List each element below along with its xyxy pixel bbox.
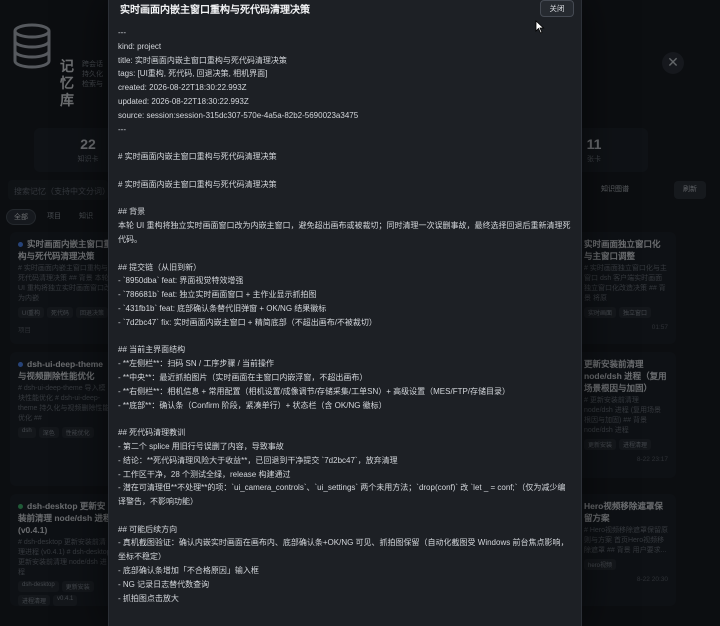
doc-line: - 底部确认条增加「不合格原因」输入框 bbox=[118, 566, 259, 576]
doc-line: title: 实时画面内嵌主窗口重构与死代码清理决策 bbox=[118, 55, 287, 65]
doc-line: kind: project bbox=[118, 41, 162, 51]
status-dot bbox=[18, 362, 23, 368]
doc-line: 本轮 UI 重构将独立实时画面窗口改为内嵌主窗口，避免超出画布或被裁切；同时清理… bbox=[118, 221, 571, 244]
filter-tabs: 全部 项目 知识 bbox=[6, 209, 100, 225]
doc-heading: # 实时画面内嵌主窗口重构与死代码清理决策 bbox=[118, 179, 277, 189]
memory-card[interactable]: dsh-desktop 更新安装前清理 node/dsh 进程 (v0.4.1)… bbox=[10, 494, 120, 606]
doc-line: --- bbox=[118, 124, 126, 134]
filter-all[interactable]: 全部 bbox=[6, 209, 36, 225]
status-dot bbox=[18, 242, 23, 248]
memory-card[interactable]: 实时画面独立窗口化与主窗口调整 # 实时画面独立窗口化与主窗口 dsh 客户端实… bbox=[576, 232, 676, 344]
doc-heading: ## 当前主界面结构 bbox=[118, 345, 186, 355]
doc-line: - NG 记录日志替代数查询 bbox=[118, 579, 210, 589]
doc-line: - **底部**：确认条（Confirm 阶段，紧凑单行）+ 状态栏（含 OK/… bbox=[118, 400, 387, 410]
doc-line: updated: 2026-08-22T18:30:22.993Z bbox=[118, 96, 249, 106]
doc-heading: ## 死代码清理教训 bbox=[118, 428, 186, 438]
doc-line: - `786681b` feat: 独立实时画面窗口 + 主作业显示抓拍图 bbox=[118, 290, 317, 300]
knowledge-graph-button[interactable]: 知识图谱 bbox=[594, 181, 636, 199]
doc-line: --- bbox=[118, 28, 126, 37]
filter-knowledge[interactable]: 知识 bbox=[72, 209, 100, 225]
doc-line: - `8950dba` feat: 界面视觉特效增强 bbox=[118, 276, 244, 286]
app-subtitle: 跨会话持久化检索与大脑 bbox=[82, 61, 103, 88]
close-button[interactable]: 关闭 bbox=[540, 0, 574, 17]
modal-title: 实时画面内嵌主窗口重构与死代码清理决策 bbox=[120, 5, 310, 16]
doc-heading: ## 背景 bbox=[118, 207, 146, 217]
doc-line: source: session:session-315dc307-570e-4a… bbox=[118, 110, 359, 120]
memory-card[interactable]: Hero视频移除遮罩保留方案 # Hero视频移除遮罩保留原则与方案 首页Her… bbox=[576, 494, 676, 606]
doc-line: - **左侧栏**：扫码 SN / 工序步骤 / 当前操作 bbox=[118, 359, 275, 369]
mouse-cursor-icon bbox=[535, 20, 545, 34]
memory-card[interactable]: dsh-ui-deep-theme 与视频删除性能优化 # dsh-ui-dee… bbox=[10, 352, 120, 486]
doc-line: created: 2026-08-22T18:30:22.993Z bbox=[118, 83, 247, 93]
memory-card[interactable]: 更新安装前清理 node/dsh 进程（复用场景根因与加固） # 更新安装前清理… bbox=[576, 352, 676, 478]
doc-line: - 工作区干净，28 个测试全绿，release 构建通过 bbox=[118, 469, 291, 479]
doc-line: - 抓拍图点击放大 bbox=[118, 593, 179, 603]
doc-line: - 结论：**死代码清理风险大于收益**，已回退到干净提交 `7d2bc47`，… bbox=[118, 455, 398, 465]
document-scroll-area[interactable]: --- kind: project title: 实时画面内嵌主窗口重构与死代码清理… bbox=[109, 26, 583, 616]
doc-line: - 潜在可清理但**不处理**的项：`ui_camera_controls`、`… bbox=[118, 483, 566, 507]
status-dot bbox=[18, 504, 23, 510]
search-input[interactable]: 搜索记忆（支持中文分词） bbox=[8, 180, 108, 200]
database-icon bbox=[13, 23, 51, 69]
doc-line: tags: [UI重构, 死代码, 回退决策, 相机界面] bbox=[118, 69, 268, 79]
filter-project[interactable]: 项目 bbox=[40, 209, 68, 225]
memory-detail-modal: 实时画面内嵌主窗口重构与死代码清理决策 关闭 --- kind: project t… bbox=[108, 0, 582, 626]
refresh-button[interactable]: 刷新 bbox=[674, 181, 706, 199]
bg-close-icon[interactable]: ✕ bbox=[662, 52, 684, 74]
doc-line: - 第二个 splice 用旧行号误删了内容，导致事故 bbox=[118, 441, 284, 451]
document-content: --- kind: project title: 实时画面内嵌主窗口重构与死代码清理… bbox=[118, 26, 573, 605]
doc-line: - `7d2bc47` fix: 实时画面内嵌主窗口 + 精简底部（不超出画布/… bbox=[118, 317, 377, 327]
app-title: 记忆库 bbox=[60, 58, 74, 108]
doc-line: - `431fb1b` feat: 底部确认条替代旧弹窗 + OK/NG 结果徽… bbox=[118, 303, 327, 313]
doc-line: - 真机截图验证：确认内嵌实时画面在画布内、底部确认条+OK/NG 可见、抓拍图… bbox=[118, 538, 569, 562]
doc-line: - **中央**：最近抓拍图片（实时画面在主窗口内嵌浮窗，不超出画布） bbox=[118, 372, 368, 382]
doc-heading: ## 提交链（从旧到新） bbox=[118, 262, 202, 272]
memory-card[interactable]: 实时画面内嵌主窗口重构与死代码清理决策 # 实时画面内嵌主窗口重构与死代码清理决… bbox=[10, 232, 120, 344]
doc-heading: ## 可能后续方向 bbox=[118, 524, 178, 534]
doc-heading: # 实时画面内嵌主窗口重构与死代码清理决策 bbox=[118, 152, 277, 162]
doc-line: - **右侧栏**：相机信息 + 常用配置（相机设置/成像调节/存储采集/工单S… bbox=[118, 386, 511, 396]
